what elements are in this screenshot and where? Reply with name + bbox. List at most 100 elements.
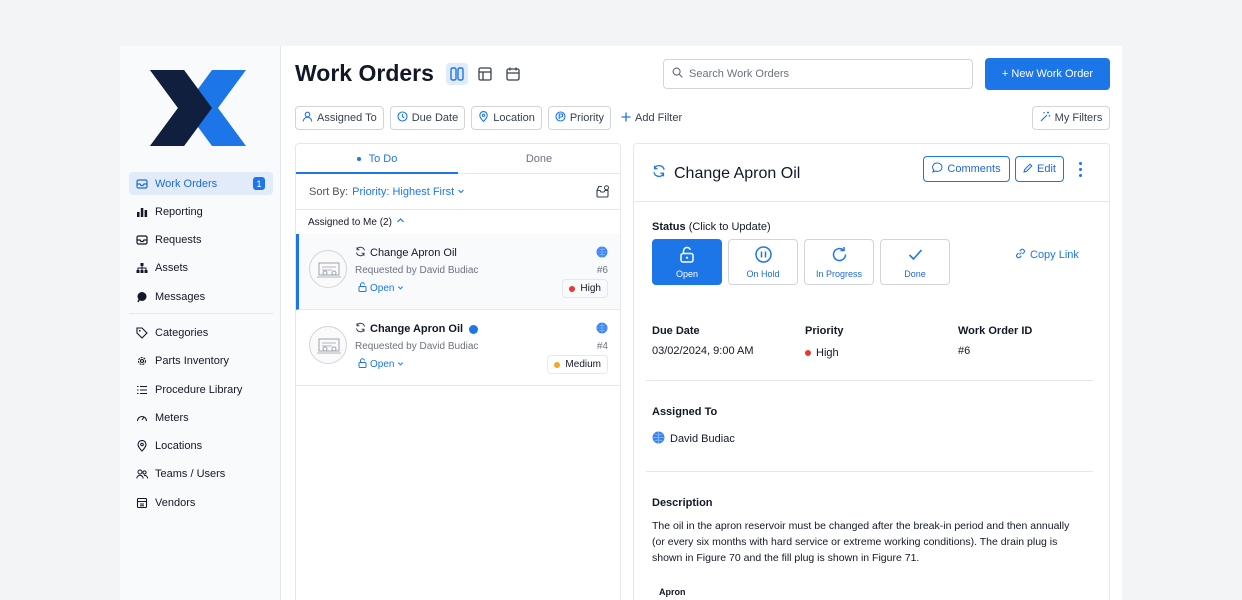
sidebar-item-teams-users[interactable]: Teams / Users (129, 463, 273, 486)
group-header-assigned-to-me[interactable]: Assigned to Me (2) (296, 210, 620, 234)
sidebar-item-categories[interactable]: Categories (129, 321, 273, 344)
inbox-settings-icon[interactable] (596, 185, 610, 201)
copy-link-button[interactable]: Copy Link (1015, 248, 1079, 262)
assignee-name: David Budiac (670, 433, 735, 445)
group-label: Assigned to Me (2) (308, 216, 392, 228)
filter-priority[interactable]: Priority (547, 106, 612, 130)
sidebar-item-label: Requests (155, 234, 202, 247)
board-view-icon[interactable] (446, 63, 468, 85)
tab-done[interactable]: Done (458, 144, 620, 173)
status-option-label: Open (675, 268, 699, 279)
priority-dot-icon (805, 350, 811, 356)
bar-chart-icon (136, 206, 148, 218)
location-pin-icon (136, 440, 148, 452)
priority-dot-icon (554, 361, 561, 368)
priority-icon (555, 111, 566, 125)
sidebar-item-label: Vendors (155, 496, 196, 509)
status-done-button[interactable]: Done (880, 239, 950, 285)
location-pin-icon (478, 111, 489, 125)
sidebar-item-label: Reporting (155, 205, 203, 218)
brand-logo[interactable] (128, 52, 268, 162)
description-text: The oil in the apron reservoir must be c… (652, 520, 1070, 564)
status-dropdown[interactable]: Open (358, 282, 404, 295)
priority-badge: Medium (547, 355, 608, 374)
search-box (663, 59, 973, 89)
detail-title: Change Apron Oil (652, 164, 800, 183)
plus-icon (621, 112, 631, 125)
priority-text: High (580, 283, 601, 294)
sidebar-item-requests[interactable]: Requests (129, 229, 273, 252)
filter-due-date[interactable]: Due Date (389, 106, 466, 130)
my-filters-button[interactable]: My Filters (1032, 106, 1110, 130)
link-icon (1015, 248, 1026, 262)
recurring-icon (355, 246, 366, 260)
more-options-icon[interactable] (1074, 158, 1086, 180)
calendar-view-icon[interactable] (502, 63, 524, 85)
pencil-icon (1023, 162, 1033, 176)
edit-button[interactable]: Edit (1015, 156, 1064, 182)
work-order-title: Change Apron Oil (355, 246, 457, 260)
status-label-text: Status (652, 221, 686, 233)
status-on-hold-button[interactable]: On Hold (728, 239, 798, 285)
sidebar-item-parts-inventory[interactable]: Parts Inventory (129, 350, 273, 373)
work-order-id-value: #6 (958, 345, 971, 357)
sort-label: Sort By: (309, 185, 349, 198)
view-switcher (446, 63, 524, 85)
chevron-down-icon (457, 186, 465, 198)
asset-thumbnail (309, 326, 347, 364)
due-date-label: Due Date (652, 325, 700, 337)
divider (646, 380, 1093, 381)
work-order-title-text: Change Apron Oil (370, 247, 457, 259)
sidebar-item-locations[interactable]: Locations (129, 435, 273, 458)
sidebar-item-work-orders[interactable]: Work Orders 1 (129, 172, 273, 195)
table-view-icon[interactable] (474, 63, 496, 85)
sidebar-item-messages[interactable]: Messages (129, 285, 273, 308)
app-window: Work Orders 1 Reporting Requests Assets … (120, 46, 1122, 600)
priority-value: High (805, 347, 839, 359)
comments-label: Comments (947, 163, 1001, 175)
sort-control[interactable]: Sort By: Priority: Highest First (296, 174, 620, 210)
refresh-icon (831, 246, 848, 265)
sidebar-item-assets[interactable]: Assets (129, 257, 273, 280)
work-order-id: #4 (596, 341, 608, 352)
search-input[interactable] (689, 68, 959, 80)
sort-value: Priority: Highest First (352, 185, 455, 198)
sidebar-item-label: Work Orders (155, 177, 218, 190)
search-icon (672, 65, 683, 83)
unlock-icon (358, 358, 367, 371)
divider (646, 471, 1093, 472)
work-order-card[interactable]: Change Apron Oil Requested by David Budi… (296, 310, 620, 386)
add-filter-button[interactable]: Add Filter (621, 106, 682, 130)
pause-icon (754, 245, 772, 265)
comment-icon (932, 162, 943, 176)
work-order-card[interactable]: Change Apron Oil Requested by David Budi… (296, 234, 620, 310)
sidebar-item-label: Parts Inventory (155, 355, 229, 368)
clock-icon (397, 111, 408, 125)
filter-label: Location (493, 112, 535, 124)
work-orders-count-badge: 1 (253, 177, 265, 190)
page-title: Work Orders (295, 60, 434, 86)
status-in-progress-button[interactable]: In Progress (804, 239, 874, 285)
chevron-down-icon (397, 283, 404, 294)
due-date-value: 03/02/2024, 9:00 AM (652, 345, 754, 357)
status-dropdown[interactable]: Open (358, 358, 404, 371)
assignee[interactable]: David Budiac (652, 431, 735, 447)
chat-icon (136, 291, 148, 303)
tab-to-do[interactable]: To Do (296, 144, 458, 174)
vendor-icon (136, 497, 148, 509)
sidebar-item-meters[interactable]: Meters (129, 406, 273, 429)
sidebar-item-procedure-library[interactable]: Procedure Library (129, 378, 273, 401)
status-section-label: Status (Click to Update) (652, 221, 771, 233)
filter-location[interactable]: Location (471, 106, 542, 130)
priority-dot-icon (569, 285, 576, 292)
new-work-order-button[interactable]: + New Work Order (985, 58, 1110, 90)
status-option-label: Done (904, 268, 926, 279)
comments-button[interactable]: Comments (923, 156, 1010, 182)
list-tabs: To Do Done (296, 144, 620, 174)
status-open-button[interactable]: Open (652, 239, 722, 285)
filter-assigned-to[interactable]: Assigned To (295, 106, 384, 130)
sidebar: Work Orders 1 Reporting Requests Assets … (120, 46, 281, 600)
sidebar-item-vendors[interactable]: Vendors (129, 491, 273, 514)
sidebar-item-reporting[interactable]: Reporting (129, 200, 273, 223)
requested-by: Requested by David Budiac (355, 265, 479, 276)
